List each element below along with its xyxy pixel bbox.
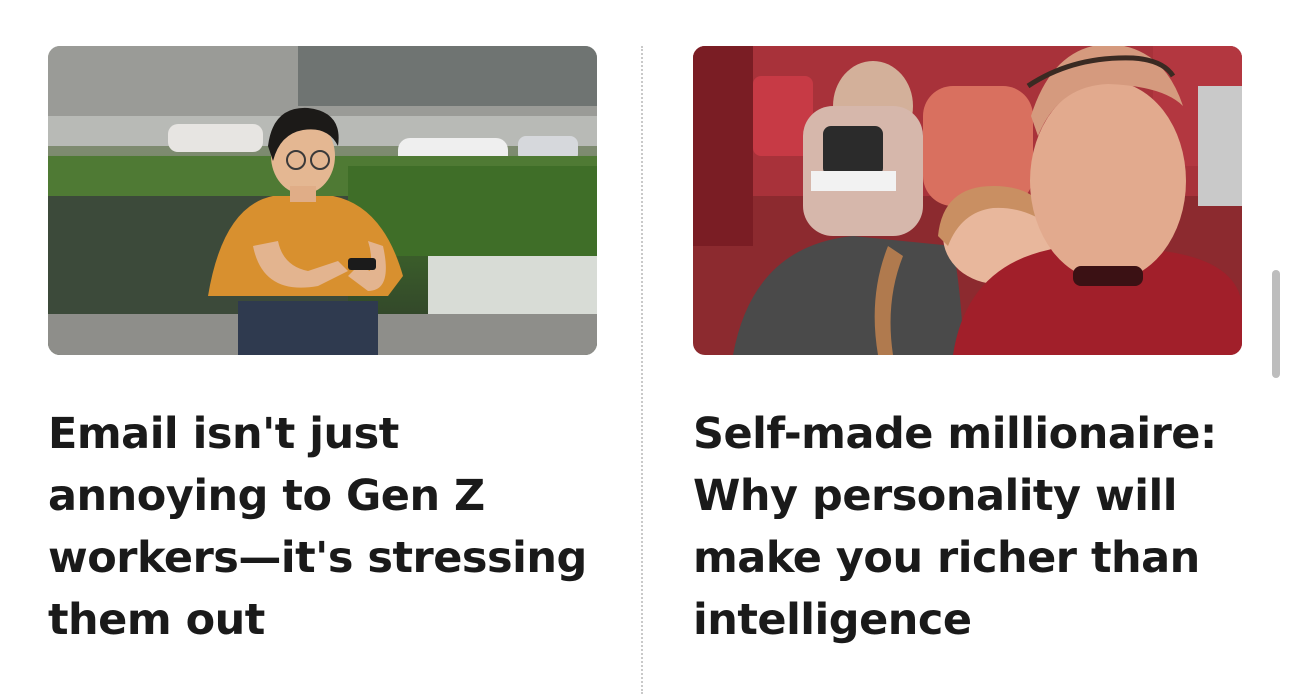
- article-thumbnail[interactable]: [48, 46, 597, 355]
- couple-selfie-photo: [693, 46, 1242, 355]
- article-headline[interactable]: Email isn't just annoying to Gen Z worke…: [48, 403, 597, 651]
- article-grid: Email isn't just annoying to Gen Z worke…: [0, 0, 1290, 694]
- article-headline[interactable]: Self-made millionaire: Why personality w…: [693, 403, 1242, 651]
- article-thumbnail[interactable]: [693, 46, 1242, 355]
- vertical-scrollbar[interactable]: [1272, 270, 1280, 378]
- article-card[interactable]: Self-made millionaire: Why personality w…: [693, 46, 1242, 651]
- woman-using-phone-photo: [48, 46, 597, 355]
- article-card[interactable]: Email isn't just annoying to Gen Z worke…: [48, 46, 597, 651]
- column-divider: [641, 46, 643, 694]
